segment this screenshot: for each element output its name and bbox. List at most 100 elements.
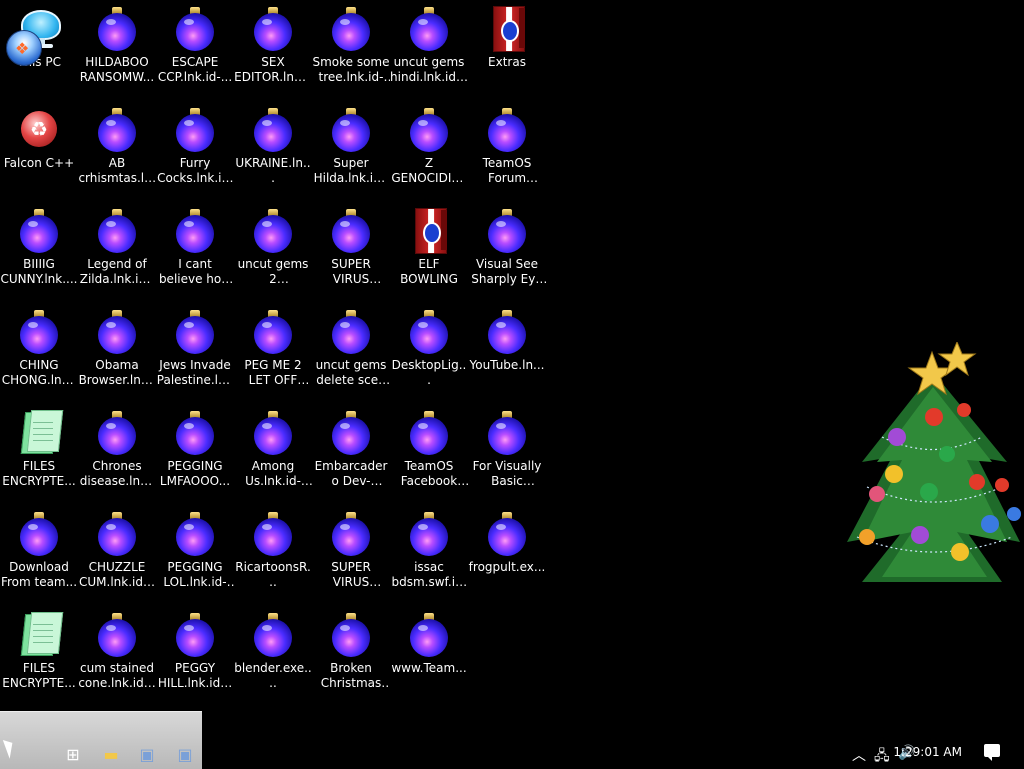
desktop-icon[interactable]: ♻ Falcon C++ [0, 101, 78, 197]
taskbar-clock[interactable]: 1:29:01 AM [893, 745, 962, 759]
ornament-shortcut-icon [405, 509, 453, 557]
ornament-shortcut-icon [171, 206, 219, 254]
desktop-icon[interactable]: TeamOS Forum Link.... [468, 101, 546, 197]
desktop-icon-label: Obama Browser.lnk.... [78, 358, 156, 387]
desktop-icon[interactable]: Furry Cocks.lnk.id... [156, 101, 234, 197]
desktop-icon[interactable]: blender.exe.... [234, 606, 312, 702]
desktop-icon-label: SEX EDITOR.lnk.i... [234, 55, 312, 84]
ornament-shortcut-icon [171, 105, 219, 153]
ornament-shortcut-icon [249, 610, 297, 658]
chevron-up-icon[interactable]: ︿ [852, 745, 866, 765]
desktop-icon[interactable]: PEG ME 2 LET OFF STEAM.... [234, 303, 312, 399]
desktop-icon[interactable]: Among Us.lnk.id-44... [234, 404, 312, 500]
desktop-icon[interactable]: FILES ENCRYPTE... [0, 606, 78, 702]
desktop-icon[interactable]: PEGGING LMFAOOO... [156, 404, 234, 500]
desktop-icon-label: For Visually Basic bitche... [472, 459, 542, 488]
desktop-icon[interactable]: Jews Invade Palestine.ln... [156, 303, 234, 399]
desktop-icon[interactable]: uncut gems hindi.lnk.id-... [390, 0, 468, 96]
desktop-icon-label: uncut gems delete scen ... [315, 358, 387, 387]
desktop-icon[interactable]: Download From team... [0, 505, 78, 601]
desktop-icon[interactable]: cum stained cone.lnk.id-... [78, 606, 156, 702]
desktop-icon-label: TeamOS Facebook Li... [400, 459, 458, 488]
desktop-icon-label: BIIIIG CUNNY.lnk.... [0, 257, 78, 286]
desktop-icon[interactable]: SEX EDITOR.lnk.i... [234, 0, 312, 96]
desktop-icon-label: PEGGING LMFAOOO... [159, 459, 231, 488]
ornament-shortcut-icon [327, 509, 375, 557]
desktop-icon[interactable]: BIIIIG CUNNY.lnk.... [0, 202, 78, 298]
task-view-icon[interactable]: ⊞ [58, 741, 88, 767]
desktop-icon-label: cum stained cone.lnk.id-... [78, 661, 156, 690]
taskbar-app-icon[interactable]: ▣ [132, 741, 162, 767]
desktop-icon[interactable]: Chrones disease.lnk.i... [78, 404, 156, 500]
desktop-icon[interactable]: FILES ENCRYPTE... [0, 404, 78, 500]
desktop-icon-label: ELF BOWLING [400, 257, 458, 286]
ornament-shortcut-icon [327, 4, 375, 52]
start-button[interactable]: ❖ [6, 30, 42, 66]
desktop-icon-label: TeamOS Forum Link.... [482, 156, 532, 185]
windows-logo-icon: ❖ [15, 39, 30, 58]
ornament-shortcut-icon [483, 307, 531, 355]
desktop-icon[interactable]: RicartoonsR... [234, 505, 312, 601]
desktop-icon-label: Jews Invade Palestine.ln... [156, 358, 234, 387]
ornament-shortcut-icon [171, 307, 219, 355]
desktop-icon[interactable]: PEGGY HILL.lnk.id-... [156, 606, 234, 702]
ornament-shortcut-icon [93, 105, 141, 153]
desktop-icon[interactable]: TeamOS Facebook Li... [390, 404, 468, 500]
desktop-icon[interactable]: SUPER VIRUS MAKER 900... [312, 202, 390, 298]
ornament-shortcut-icon [483, 509, 531, 557]
desktop-icon[interactable]: YouTube.ln... [468, 303, 546, 399]
desktop-icon[interactable]: CHUZZLE CUM.lnk.id-... [78, 505, 156, 601]
desktop-icon-label: www.Team... [391, 661, 467, 675]
desktop-icon[interactable]: I cant believe how FUCKI... [156, 202, 234, 298]
desktop-icon[interactable]: CHING CHONG.lnk.... [0, 303, 78, 399]
ornament-shortcut-icon [15, 307, 63, 355]
desktop-icon[interactable]: AB crhismtas.ln... [78, 101, 156, 197]
desktop-icon[interactable]: HILDABOO RANSOMW... [78, 0, 156, 96]
network-icon[interactable]: 🖧 [874, 745, 890, 769]
desktop-icon-label: CHUZZLE CUM.lnk.id-... [79, 560, 155, 589]
action-center-icon[interactable] [984, 744, 1000, 761]
desktop-icon-label: DesktopLig... [391, 358, 467, 387]
desktop-icon[interactable]: frogpult.ex... [468, 505, 546, 601]
desktop-icon-label: Among Us.lnk.id-44... [245, 459, 301, 488]
desktop-icon[interactable]: uncut gems 2 bangla.lnk.i... [234, 202, 312, 298]
desktop-icon-label: PEGGING LOL.lnk.id-4... [163, 560, 227, 589]
file-explorer-icon[interactable]: ▬ [96, 741, 126, 767]
desktop-icon[interactable]: Obama Browser.lnk.... [78, 303, 156, 399]
desktop-icon-label: Embarcadero Dev-C++.ln... [314, 459, 388, 488]
desktop-icon[interactable]: Extras [468, 0, 546, 96]
desktop-icon[interactable]: issac bdsm.swf.id... [390, 505, 468, 601]
desktop-icon[interactable]: Smoke some tree.lnk.id-4... [312, 0, 390, 96]
desktop-icon[interactable]: UKRAINE.ln... [234, 101, 312, 197]
desktop-icon[interactable]: ELF BOWLING [390, 202, 468, 298]
desktop-icon-label: Furry Cocks.lnk.id... [157, 156, 233, 185]
desktop-icon[interactable]: Embarcadero Dev-C++.ln... [312, 404, 390, 500]
desktop-icon[interactable]: Legend of Zilda.lnk.id-... [78, 202, 156, 298]
desktop-icon-label: HILDABOO RANSOMW... [79, 55, 155, 84]
ornament-shortcut-icon [483, 206, 531, 254]
ornament-shortcut-icon [93, 307, 141, 355]
desktop-icon[interactable]: PEGGING LOL.lnk.id-4... [156, 505, 234, 601]
taskbar-app-icon-2[interactable]: ▣ [170, 741, 200, 767]
ornament-shortcut-icon [483, 105, 531, 153]
desktop-icon[interactable]: For Visually Basic bitche... [468, 404, 546, 500]
ornament-shortcut-icon [93, 610, 141, 658]
ornament-shortcut-icon [405, 105, 453, 153]
desktop-icon[interactable]: Super Hilda.lnk.id... [312, 101, 390, 197]
desktop-icon[interactable]: ESCAPE CCP.lnk.id-... [156, 0, 234, 96]
desktop-icon[interactable]: SUPER VIRUS MAKER 900... [312, 505, 390, 601]
ornament-shortcut-icon [93, 4, 141, 52]
ornament-shortcut-icon [483, 408, 531, 456]
desktop-icon-label: FILES ENCRYPTE... [2, 459, 76, 488]
desktop-icon-label: uncut gems hindi.lnk.id-... [390, 55, 468, 84]
desktop-icon[interactable]: uncut gems delete scen ... [312, 303, 390, 399]
ornament-shortcut-icon [249, 307, 297, 355]
desktop-icon[interactable]: www.Team... [390, 606, 468, 702]
desktop-icon[interactable]: Z GENOCIDIS... [390, 101, 468, 197]
ornament-shortcut-icon [249, 509, 297, 557]
desktop-icon[interactable]: DesktopLig... [390, 303, 468, 399]
ornament-shortcut-icon [327, 307, 375, 355]
desktop-icon[interactable]: Visual See Sharply Eye ... [468, 202, 546, 298]
desktop-icon[interactable]: Broken Christmas C... [312, 606, 390, 702]
ornament-shortcut-icon [249, 408, 297, 456]
